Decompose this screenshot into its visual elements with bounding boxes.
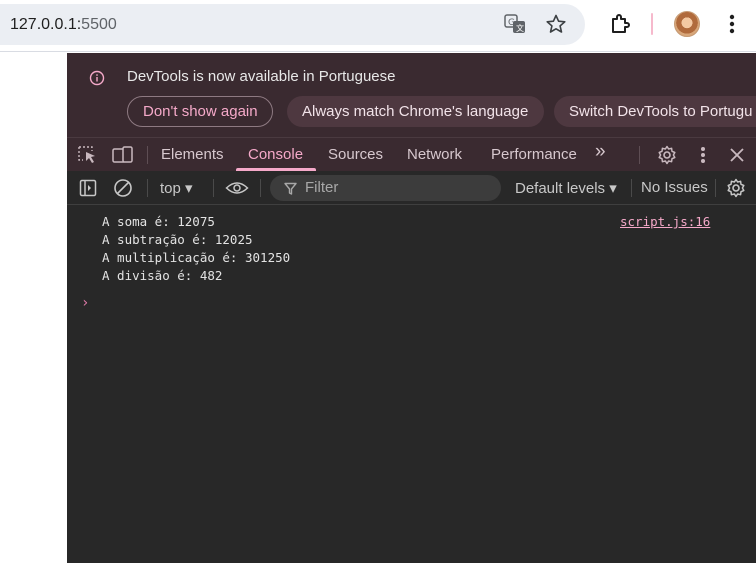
language-infobar: DevTools is now available in Portuguese … bbox=[67, 53, 756, 137]
profile-avatar[interactable] bbox=[674, 11, 700, 37]
devtools-kebab-icon[interactable] bbox=[693, 144, 713, 166]
inspect-element-icon[interactable] bbox=[77, 145, 99, 165]
toolbar-divider bbox=[651, 13, 653, 35]
issues-counter[interactable]: No Issues bbox=[641, 179, 708, 196]
always-match-language-button[interactable]: Always match Chrome's language bbox=[287, 96, 544, 127]
devtools-panel: DevTools is now available in Portuguese … bbox=[67, 53, 756, 563]
more-tabs-button[interactable]: » bbox=[595, 141, 606, 163]
console-settings-gear-icon[interactable] bbox=[725, 177, 747, 199]
tabbar-divider bbox=[147, 146, 148, 164]
live-expression-eye-icon[interactable] bbox=[224, 178, 250, 198]
browser-toolbar: 127.0.0.1:5500 G文 bbox=[0, 0, 756, 52]
address-bar[interactable]: 127.0.0.1:5500 bbox=[0, 4, 585, 45]
context-selector[interactable]: top ▾ bbox=[160, 179, 193, 197]
console-output: script.js:16 A soma é: 12075 A subtração… bbox=[67, 206, 756, 563]
devtools-tabbar: Elements Console Sources Network Perform… bbox=[67, 137, 756, 171]
clear-console-icon[interactable] bbox=[112, 177, 134, 199]
switch-devtools-language-button[interactable]: Switch DevTools to Portugu bbox=[554, 96, 756, 127]
toolbar-divider bbox=[631, 179, 632, 197]
console-prompt[interactable]: › bbox=[81, 295, 89, 311]
kebab-menu-icon[interactable] bbox=[722, 12, 742, 36]
console-log-line: A divisão é: 482 bbox=[102, 268, 223, 283]
log-levels-dropdown[interactable]: Default levels ▾ bbox=[515, 179, 617, 197]
url-port: 5500 bbox=[81, 16, 117, 33]
infobar-message: DevTools is now available in Portuguese bbox=[127, 68, 396, 85]
filter-input[interactable]: Filter bbox=[270, 175, 501, 201]
url-host: 127.0.0.1: bbox=[10, 16, 82, 33]
url-text[interactable]: 127.0.0.1:5500 bbox=[10, 16, 117, 34]
tabbar-divider bbox=[639, 146, 640, 164]
tab-elements[interactable]: Elements bbox=[161, 146, 224, 163]
extensions-icon[interactable] bbox=[607, 11, 633, 37]
settings-gear-icon[interactable] bbox=[656, 144, 678, 166]
translate-icon[interactable]: G文 bbox=[502, 12, 528, 36]
tab-network[interactable]: Network bbox=[407, 146, 462, 163]
console-toolbar: top ▾ Filter Default levels ▾ No Issues bbox=[67, 171, 756, 205]
console-log-line: A multiplicação é: 301250 bbox=[102, 250, 291, 265]
dont-show-again-button[interactable]: Don't show again bbox=[127, 96, 273, 127]
page-viewport bbox=[0, 53, 67, 563]
filter-funnel-icon bbox=[283, 181, 297, 195]
info-icon bbox=[89, 70, 105, 86]
toolbar-divider bbox=[147, 179, 148, 197]
filter-placeholder: Filter bbox=[305, 179, 339, 196]
sidebar-toggle-icon[interactable] bbox=[77, 178, 99, 198]
svg-text:文: 文 bbox=[516, 23, 524, 33]
close-devtools-icon[interactable] bbox=[726, 144, 748, 166]
bookmark-star-icon[interactable] bbox=[544, 12, 568, 36]
device-toolbar-icon[interactable] bbox=[111, 145, 135, 165]
tab-sources[interactable]: Sources bbox=[328, 146, 383, 163]
tab-console[interactable]: Console bbox=[248, 146, 303, 163]
tab-performance[interactable]: Performance bbox=[491, 146, 577, 163]
console-log-line: A soma é: 12075 bbox=[102, 214, 215, 229]
source-link[interactable]: script.js:16 bbox=[620, 214, 710, 229]
toolbar-divider bbox=[213, 179, 214, 197]
toolbar-divider bbox=[260, 179, 261, 197]
toolbar-divider bbox=[715, 179, 716, 197]
console-log-line: A subtração é: 12025 bbox=[102, 232, 253, 247]
